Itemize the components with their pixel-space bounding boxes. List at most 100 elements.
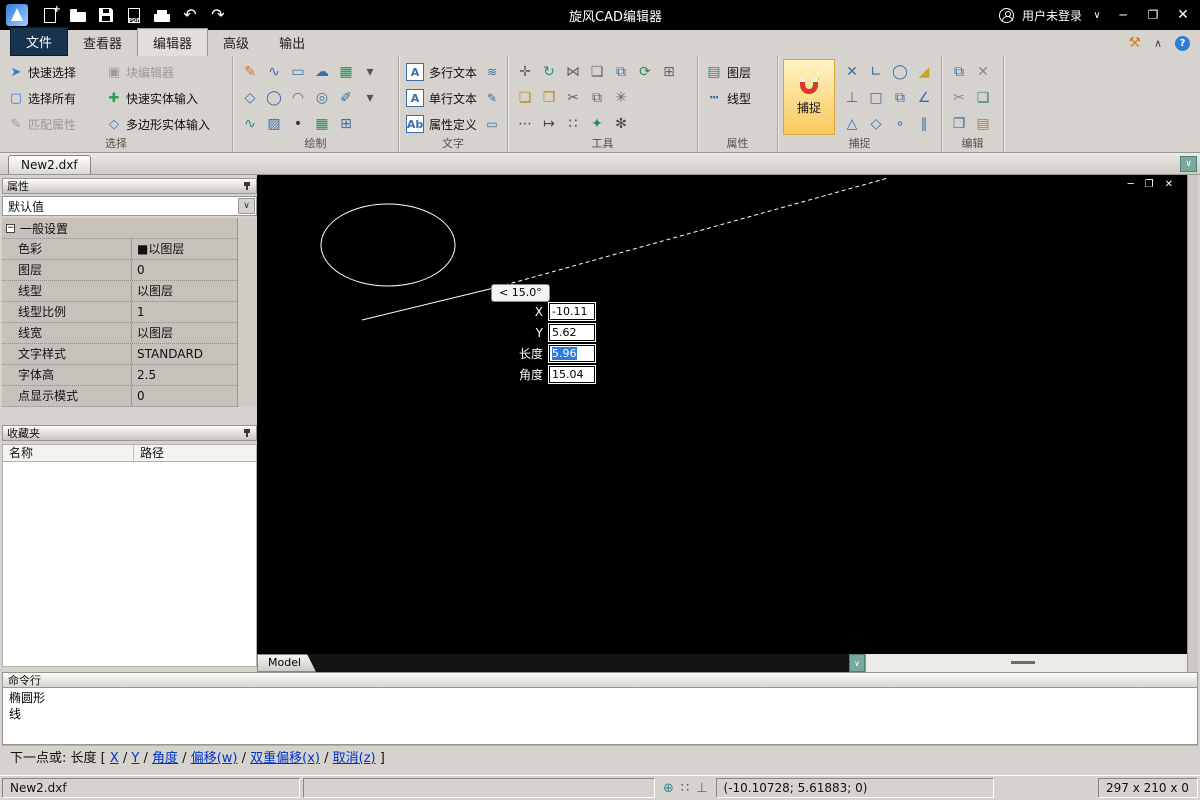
dyn-length-input[interactable]: 5.96 <box>548 344 596 363</box>
hatch-icon[interactable]: ▨ <box>262 111 286 137</box>
snap-insertion-icon[interactable]: ⧉ <box>888 85 912 111</box>
copy-icon[interactable]: ⧉ <box>947 59 971 85</box>
settings-wrench-icon[interactable]: ⚒ <box>1128 35 1141 51</box>
command-history[interactable]: 椭圆形线 <box>2 688 1198 745</box>
property-row[interactable]: 线型 以图层 <box>2 281 237 302</box>
tab-editor[interactable]: 编辑器 <box>137 28 209 56</box>
snap-quadrant-icon[interactable]: ◇ <box>864 111 888 137</box>
attribute-define-button[interactable]: Ab 属性定义 <box>404 111 479 137</box>
property-value[interactable]: STANDARD <box>132 344 237 364</box>
single-text-button[interactable]: A 单行文本 <box>404 85 479 111</box>
favorites-column-name[interactable]: 名称 <box>3 445 134 461</box>
snap-center-icon[interactable]: ◯ <box>888 59 912 85</box>
prompt-option-offset[interactable]: 偏移(w) <box>191 751 238 766</box>
collapse-box-icon[interactable]: − <box>6 223 15 233</box>
text-box-icon[interactable]: ▭ <box>482 111 502 137</box>
property-row[interactable]: 色彩 ■以图层 <box>2 239 237 260</box>
match-properties-button[interactable]: ✎ 匹配属性 <box>5 111 103 137</box>
move-icon[interactable]: ✛ <box>513 59 537 85</box>
dyn-angle-input[interactable]: 15.04 <box>548 365 596 384</box>
property-value[interactable]: ■以图层 <box>132 239 237 259</box>
tab-file[interactable]: 文件 <box>10 27 69 56</box>
tab-viewer[interactable]: 查看器 <box>68 29 137 56</box>
property-row[interactable]: 线型比例 1 <box>2 302 237 323</box>
sheet-list-button[interactable]: ∨ <box>849 654 865 672</box>
prompt-option-x[interactable]: X <box>110 751 119 766</box>
help-icon[interactable]: ? <box>1175 35 1190 51</box>
prompt-option-angle[interactable]: 角度 <box>152 751 178 766</box>
linetype-button[interactable]: ┅ 线型 <box>703 85 772 111</box>
draw-options-icon[interactable]: ▾ <box>358 85 382 111</box>
property-section-row[interactable]: − 一般设置 <box>2 218 257 239</box>
polyline-icon[interactable]: ∿ <box>262 59 286 85</box>
property-row[interactable]: 字体高 2.5 <box>2 365 237 386</box>
tab-list-button[interactable]: ∨ <box>1180 156 1197 172</box>
property-row[interactable]: 线宽 以图层 <box>2 323 237 344</box>
ortho-icon[interactable]: ⊥ <box>696 781 707 796</box>
property-grid-scrollbar[interactable] <box>237 218 257 407</box>
property-value[interactable]: 2.5 <box>132 365 237 385</box>
zoom-icon[interactable]: ⊕ <box>663 781 674 796</box>
quick-entity-input-button[interactable]: ✚ 快速实体输入 <box>103 85 227 111</box>
circle-icon[interactable]: ◯ <box>262 85 286 111</box>
cut-entity-icon[interactable]: ✂ <box>561 85 585 111</box>
delete-icon[interactable]: ✕ <box>971 59 995 85</box>
prompt-option-cancel[interactable]: 取消(z) <box>333 751 376 766</box>
mtext-button[interactable]: A 多行文本 <box>404 59 479 85</box>
more-tools-icon[interactable]: ⋯ <box>513 111 537 137</box>
array-icon[interactable]: ⊞ <box>657 59 681 85</box>
collapse-ribbon-icon[interactable]: ∧ <box>1154 37 1162 50</box>
drawing-canvas[interactable]: ─ ❐ ✕ < 15.0° X -10.11 Y 5.62 长度 5.96 角度… <box>257 175 1187 672</box>
snap-endpoint-icon[interactable]: ∟ <box>864 59 888 85</box>
arc-icon[interactable]: ◠ <box>286 85 310 111</box>
mirror-icon[interactable]: ⋈ <box>561 59 585 85</box>
spline-icon[interactable]: ∿ <box>238 111 262 137</box>
rotate-copy-icon[interactable]: ⟳ <box>633 59 657 85</box>
open-file-button[interactable] <box>65 3 91 27</box>
prompt-option-double-offset[interactable]: 双重偏移(x) <box>250 751 320 766</box>
property-row[interactable]: 文字样式 STANDARD <box>2 344 237 365</box>
redo-button[interactable]: ↷ <box>205 3 231 27</box>
scrollbar-thumb[interactable] <box>1011 661 1035 664</box>
open-group-icon[interactable]: ❐ <box>537 85 561 111</box>
sketch-icon[interactable]: ✐ <box>334 85 358 111</box>
block-editor-button[interactable]: ▣ 块编辑器 <box>103 59 227 85</box>
snap-nearest-icon[interactable]: ∘ <box>888 111 912 137</box>
rotate-icon[interactable]: ↻ <box>537 59 561 85</box>
dyn-y-input[interactable]: 5.62 <box>548 323 596 342</box>
cut-icon[interactable]: ✂ <box>947 85 971 111</box>
restore-button[interactable]: ❐ <box>1142 8 1164 22</box>
divide-icon[interactable]: ∷ <box>561 111 585 137</box>
model-tab[interactable]: Model <box>257 654 316 672</box>
layers-button[interactable]: ▤ 图层 <box>703 59 772 85</box>
polygon-entity-input-button[interactable]: ◇ 多边形实体输入 <box>103 111 227 137</box>
property-value[interactable]: 以图层 <box>132 281 237 301</box>
snap-angle-icon[interactable]: ∠ <box>912 85 936 111</box>
snap-extension-icon[interactable]: ◢ <box>912 59 936 85</box>
select-all-button[interactable]: ▢ 选择所有 <box>5 85 103 111</box>
make-group-icon[interactable]: ❏ <box>513 85 537 111</box>
grid-snap-icon[interactable]: ∷ <box>681 781 689 796</box>
close-button[interactable]: ✕ <box>1172 7 1194 23</box>
property-value[interactable]: 0 <box>132 260 237 280</box>
tab-output[interactable]: 输出 <box>264 29 320 56</box>
chevron-down-icon[interactable]: ∨ <box>238 198 255 214</box>
horizontal-scrollbar[interactable] <box>865 654 1187 672</box>
revcloud-icon[interactable]: ☁ <box>310 59 334 85</box>
save-button[interactable] <box>93 3 119 27</box>
new-file-button[interactable]: + <box>37 3 63 27</box>
table-icon[interactable]: ▦ <box>310 111 334 137</box>
text-edit-icon[interactable]: ✎ <box>482 85 502 111</box>
property-row[interactable]: 点显示模式 0 <box>2 386 237 407</box>
rectangle-icon[interactable]: ▭ <box>286 59 310 85</box>
user-status-label[interactable]: 用户未登录 <box>1022 7 1082 24</box>
property-value[interactable]: 以图层 <box>132 323 237 343</box>
copy-entity-icon[interactable]: ⧉ <box>609 59 633 85</box>
canvas-minimize-button[interactable]: ─ <box>1128 179 1134 190</box>
canvas-close-button[interactable]: ✕ <box>1165 179 1173 190</box>
duplicate-icon[interactable]: ⧉ <box>585 85 609 111</box>
document-tab[interactable]: New2.dxf <box>8 155 91 174</box>
command-prompt[interactable]: 下一点或: 长度 [ X / Y / 角度 / 偏移(w) / 双重偏移(x) … <box>2 745 1198 772</box>
insert-block-icon[interactable]: ▦ <box>334 59 358 85</box>
property-row[interactable]: 图层 0 <box>2 260 237 281</box>
